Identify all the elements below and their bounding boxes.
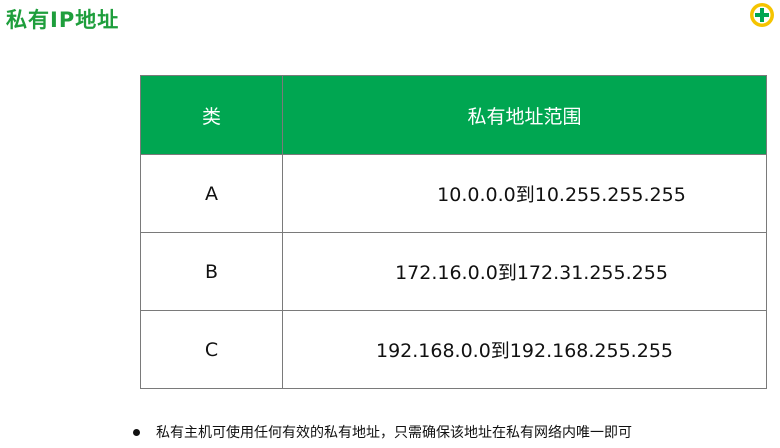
header-class: 类 (140, 75, 283, 155)
table-row: B 172.16.0.0到172.31.255.255 (140, 232, 767, 311)
range-value: 192.168.0.0到192.168.255.255 (375, 340, 673, 362)
range-value: 10.0.0.0到10.255.255.255 (437, 184, 686, 206)
logo-badge-icon (749, 2, 775, 28)
private-ip-table: 类 私有地址范围 A 10.0.0.0到10.255.255.255 B 172… (140, 75, 767, 389)
bullet-dot-icon (133, 428, 140, 436)
range-cell: 172.16.0.0到172.31.255.255 (282, 232, 767, 311)
table-row: A 10.0.0.0到10.255.255.255 (140, 154, 767, 233)
class-cell: B (140, 232, 283, 311)
range-cell: 192.168.0.0到192.168.255.255 (282, 310, 767, 389)
bullet-item: 私有主机可使用任何有效的私有地址，只需确保该地址在私有网络内唯一即可 (133, 422, 632, 442)
class-cell: C (140, 310, 283, 389)
page-title: 私有IP地址 (6, 8, 120, 32)
bullet-text: 私有主机可使用任何有效的私有地址，只需确保该地址在私有网络内唯一即可 (156, 425, 632, 441)
class-cell: A (140, 154, 283, 233)
table-header-row: 类 私有地址范围 (140, 75, 767, 155)
range-cell: 10.0.0.0到10.255.255.255 (282, 154, 767, 233)
table-row: C 192.168.0.0到192.168.255.255 (140, 310, 767, 389)
range-value: 172.16.0.0到172.31.255.255 (395, 262, 668, 284)
header-range: 私有地址范围 (282, 75, 767, 155)
